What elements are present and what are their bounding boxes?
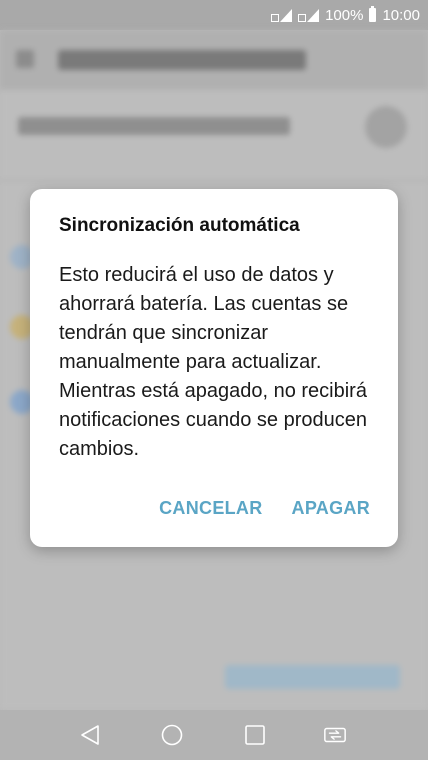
- auto-sync-dialog: Sincronización automática Esto reducirá …: [30, 189, 398, 547]
- dialog-actions: CANCELAR APAGAR: [159, 498, 370, 519]
- background-divider: [0, 180, 428, 181]
- cancel-button[interactable]: CANCELAR: [159, 498, 262, 519]
- dialog-message: Esto reducirá el uso de datos y ahorrará…: [59, 264, 367, 460]
- status-bar: 100% 10:00: [0, 0, 428, 30]
- background-title: [58, 50, 306, 70]
- battery-icon: [369, 6, 377, 22]
- signal-sim1-icon: [271, 8, 293, 22]
- clock: 10:00: [382, 6, 420, 24]
- background-back-icon: [16, 50, 34, 68]
- turn-off-button[interactable]: APAGAR: [292, 498, 370, 519]
- dual-window-icon[interactable]: [323, 723, 347, 747]
- navigation-bar: [0, 710, 428, 760]
- recent-apps-icon[interactable]: [243, 723, 267, 747]
- home-icon[interactable]: [160, 723, 184, 747]
- dialog-title: Sincronización automática: [59, 215, 300, 236]
- background-button: [225, 665, 400, 689]
- back-icon[interactable]: [78, 723, 102, 747]
- background-row-toggle: [365, 106, 407, 148]
- signal-sim2-icon: [298, 8, 320, 22]
- battery-percent: 100%: [325, 6, 364, 24]
- background-row-text: [18, 117, 290, 135]
